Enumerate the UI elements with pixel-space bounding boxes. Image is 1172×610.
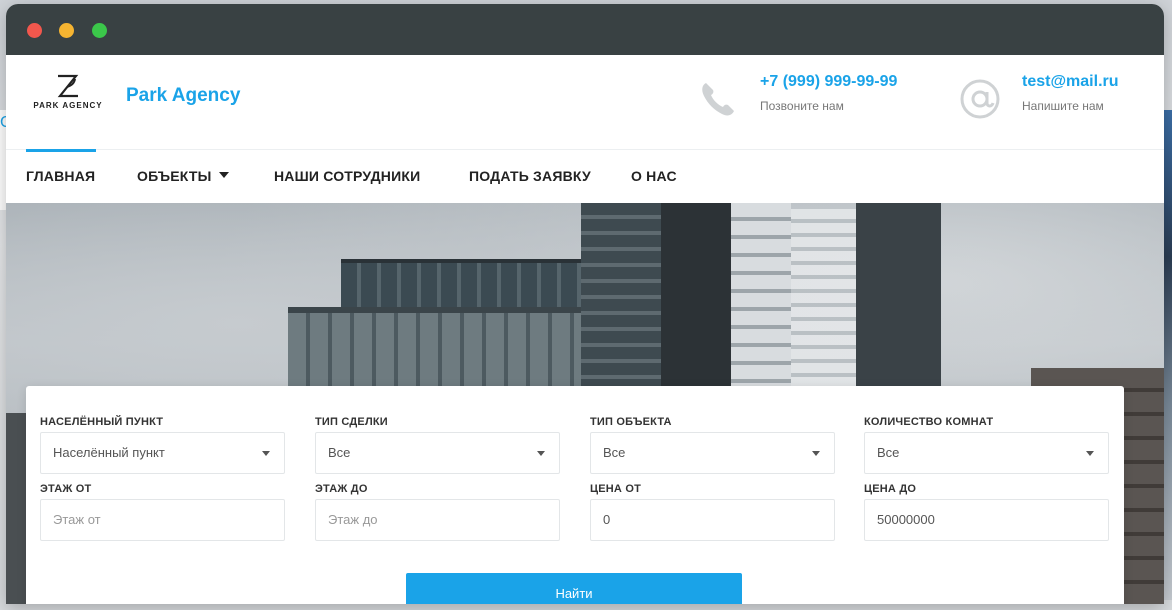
hero-building [731,203,791,389]
phone-caption: Позвоните нам [760,99,844,113]
minimize-window-button[interactable] [59,23,74,38]
floor-to-input[interactable]: Этаж до [315,499,560,541]
rooms-select[interactable]: Все [864,432,1109,474]
nav-item-staff[interactable]: НАШИ СОТРУДНИКИ [274,150,420,203]
hero-building [856,203,941,389]
price-from-field: ЦЕНА ОТ 0 [590,483,835,541]
chevron-down-icon [1086,451,1094,456]
object-type-select[interactable]: Все [590,432,835,474]
nav-item-home[interactable]: ГЛАВНАЯ [26,149,97,203]
brand-name[interactable]: Park Agency [126,85,240,107]
hero-building [288,307,618,389]
logo[interactable]: PARK AGENCY [26,73,110,117]
caret-down-icon [219,172,230,179]
price-to-label: ЦЕНА ДО [864,483,917,495]
locality-field: НАСЕЛЁННЫЙ ПУНКТ Населённый пункт [40,416,285,474]
deal-type-select[interactable]: Все [315,432,560,474]
email-address[interactable]: test@mail.ru [1022,73,1119,91]
maximize-window-button[interactable] [92,23,107,38]
floor-to-field: ЭТАЖ ДО Этаж до [315,483,560,541]
locality-value: Населённый пункт [53,445,165,460]
phone-number[interactable]: +7 (999) 999-99-99 [760,73,897,91]
logo-mark-icon [57,74,79,98]
object-type-field: ТИП ОБЪЕКТА Все [590,416,835,474]
deal-type-field: ТИП СДЕЛКИ Все [315,416,560,474]
phone-icon [702,83,734,116]
locality-select[interactable]: Населённый пункт [40,432,285,474]
browser-window: PARK AGENCY Park Agency +7 (999) 999-99-… [6,4,1164,604]
price-to-input[interactable]: 50000000 [864,499,1109,541]
price-from-label: ЦЕНА ОТ [590,483,641,495]
search-button[interactable]: Найти [406,573,742,604]
hero-banner: НАСЕЛЁННЫЙ ПУНКТ Населённый пункт ТИП СД… [6,203,1164,604]
site-header: PARK AGENCY Park Agency +7 (999) 999-99-… [6,55,1164,150]
deal-type-label: ТИП СДЕЛКИ [315,416,388,428]
floor-from-field: ЭТАЖ ОТ Этаж от [40,483,285,541]
price-to-field: ЦЕНА ДО 50000000 [864,483,1109,541]
main-nav: ГЛАВНАЯ ОБЪЕКТЫ НАШИ СОТРУДНИКИ ПОДАТЬ З… [6,149,1164,203]
nav-item-objects-label: ОБЪЕКТЫ [137,168,212,184]
hero-building [581,203,661,389]
deal-type-value: Все [328,445,351,460]
floor-from-input[interactable]: Этаж от [40,499,285,541]
price-from-input[interactable]: 0 [590,499,835,541]
rooms-value: Все [877,445,900,460]
floor-to-label: ЭТАЖ ДО [315,483,368,495]
locality-label: НАСЕЛЁННЫЙ ПУНКТ [40,416,164,428]
rooms-label: КОЛИЧЕСТВО КОМНАТ [864,416,994,428]
logo-caption: PARK AGENCY [33,101,103,110]
object-type-label: ТИП ОБЪЕКТА [590,416,672,428]
nav-item-apply[interactable]: ПОДАТЬ ЗАЯВКУ [469,150,591,203]
object-type-value: Все [603,445,626,460]
nav-item-about[interactable]: О НАС [631,150,677,203]
email-caption: Напишите нам [1022,99,1104,113]
at-icon [960,79,1000,119]
close-window-button[interactable] [27,23,42,38]
floor-from-label: ЭТАЖ ОТ [40,483,92,495]
hero-building [661,203,731,389]
chevron-down-icon [262,451,270,456]
chevron-down-icon [537,451,545,456]
window-titlebar [6,4,1164,55]
rooms-field: КОЛИЧЕСТВО КОМНАТ Все [864,416,1109,474]
nav-item-objects[interactable]: ОБЪЕКТЫ [137,150,230,203]
property-search-form: НАСЕЛЁННЫЙ ПУНКТ Населённый пункт ТИП СД… [26,386,1124,604]
chevron-down-icon [812,451,820,456]
